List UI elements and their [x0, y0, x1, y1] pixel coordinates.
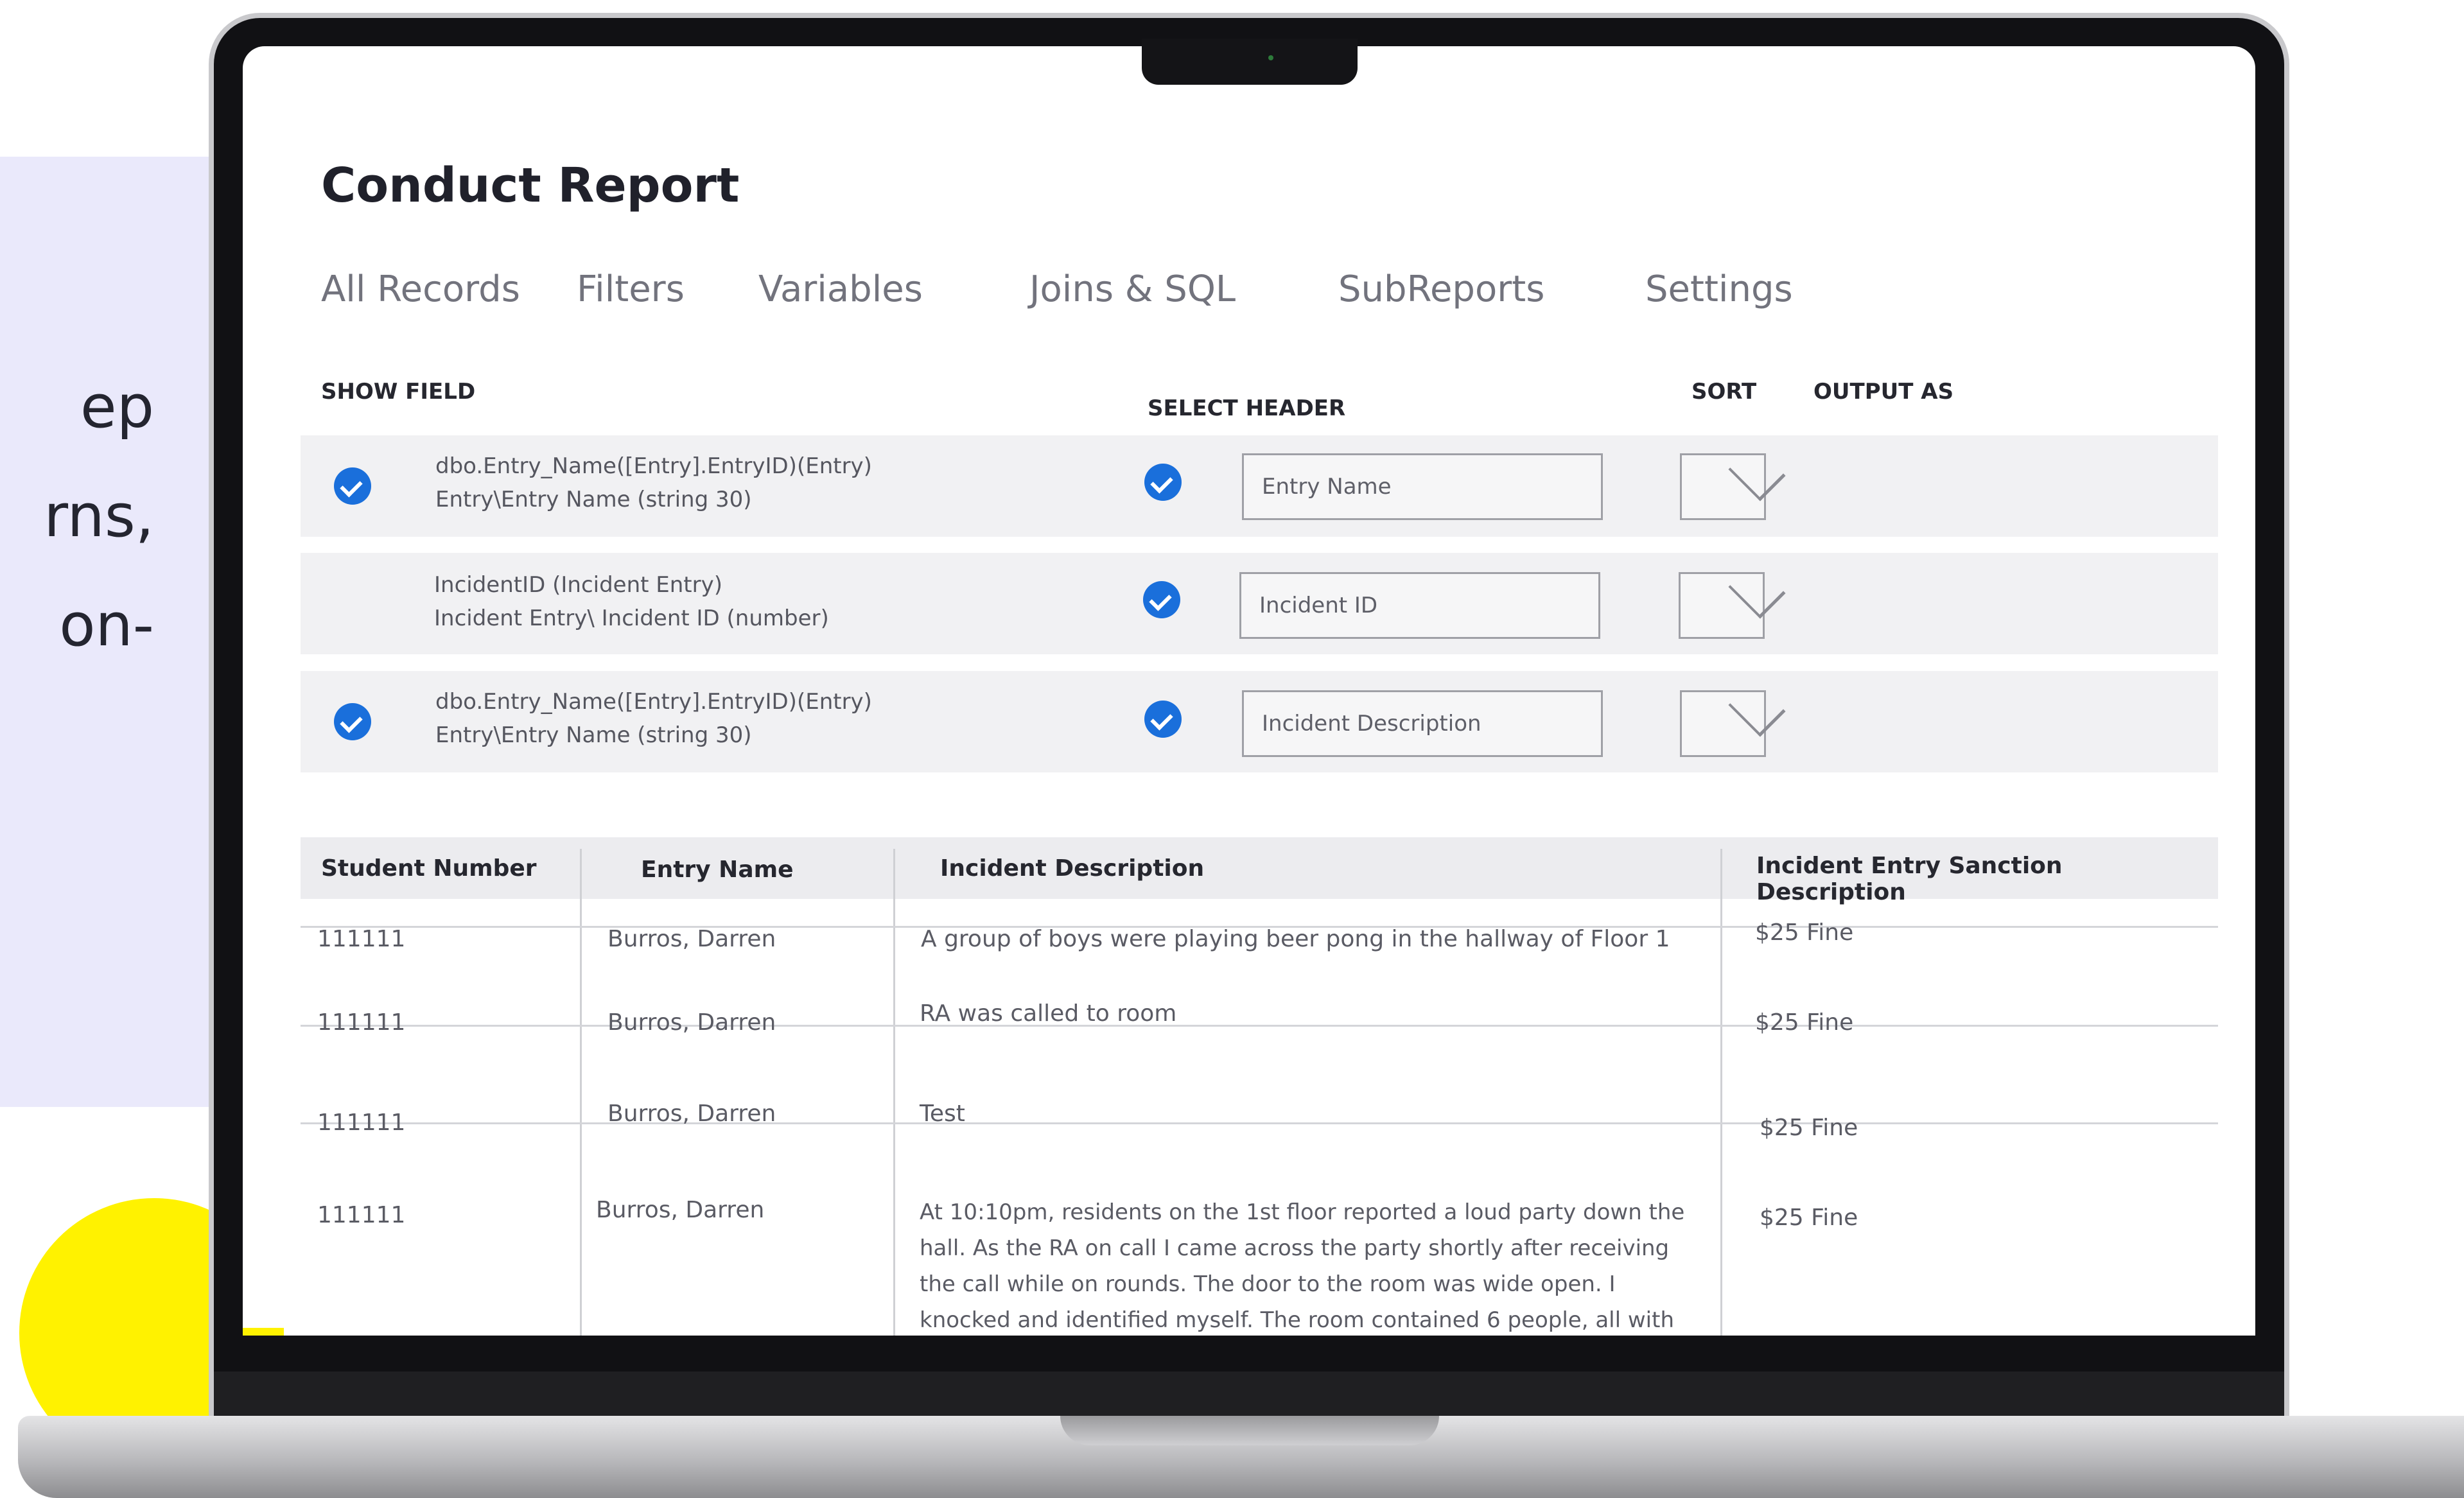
decorative-strip	[243, 1328, 284, 1336]
field-row: dbo.Entry_Name([Entry].EntryID)(Entry) E…	[301, 435, 2218, 537]
select-header-checkbox[interactable]	[1143, 581, 1180, 618]
laptop-chin	[214, 1372, 2284, 1416]
laptop-hinge	[1060, 1416, 1439, 1445]
cell-student-number: 111111	[317, 1009, 406, 1036]
show-field-checkbox[interactable]	[334, 467, 371, 505]
field-row: IncidentID (Incident Entry) Incident Ent…	[301, 553, 2218, 654]
cell-student-number: 111111	[317, 1110, 406, 1136]
cell-entry-name: Burros, Darren	[607, 926, 776, 952]
tab-variables[interactable]: Variables	[758, 268, 923, 310]
table-header-incident-description[interactable]: Incident Description	[940, 855, 1204, 882]
header-name-input[interactable]: Entry Name	[1242, 453, 1603, 520]
column-header-sort: SORT	[1691, 379, 1757, 405]
cell-entry-name: Burros, Darren	[607, 1101, 776, 1127]
column-divider	[580, 849, 582, 1336]
row-divider	[301, 1122, 2218, 1124]
table-header-sanction-description[interactable]: Incident Entry Sanction Description	[1756, 853, 2218, 905]
camera-icon	[1268, 55, 1273, 60]
field-type-line: Entry\Entry Name (string 30)	[435, 487, 752, 512]
cell-incident-description: A group of boys were playing beer pong i…	[921, 926, 1670, 952]
cell-incident-description: At 10:10pm, residents on the 1st floor r…	[920, 1199, 1685, 1333]
cell-student-number: 111111	[317, 926, 406, 952]
select-header-checkbox[interactable]	[1144, 464, 1182, 501]
column-header-show-field: SHOW FIELD	[321, 379, 476, 405]
field-path-line: dbo.Entry_Name([Entry].EntryID)(Entry)	[435, 453, 872, 479]
field-path-line: dbo.Entry_Name([Entry].EntryID)(Entry)	[435, 689, 872, 715]
tab-joins-sql[interactable]: Joins & SQL	[1029, 268, 1236, 310]
cell-entry-name: Burros, Darren	[607, 1009, 776, 1036]
report-builder: Conduct Report All Records Filters Varia…	[243, 46, 2255, 1336]
tab-filters[interactable]: Filters	[577, 268, 685, 310]
cell-sanction: $25 Fine	[1755, 1009, 1854, 1036]
cell-sanction: $25 Fine	[1760, 1205, 1858, 1231]
select-header-checkbox[interactable]	[1144, 701, 1182, 738]
field-row: dbo.Entry_Name([Entry].EntryID)(Entry) E…	[301, 671, 2218, 772]
column-header-select-header: SELECT HEADER	[1148, 396, 1346, 421]
cell-incident-description: Test	[920, 1101, 965, 1127]
field-type-line: Incident Entry\ Incident ID (number)	[434, 605, 829, 631]
show-field-checkbox[interactable]	[334, 703, 371, 740]
cell-sanction: $25 Fine	[1760, 1115, 1858, 1141]
column-header-output-as: OUTPUT AS	[1813, 379, 1954, 405]
column-divider	[893, 849, 895, 1336]
cell-incident-description: RA was called to room	[920, 1000, 1177, 1027]
tab-subreports[interactable]: SubReports	[1338, 268, 1544, 310]
laptop-screen: Conduct Report All Records Filters Varia…	[243, 46, 2255, 1336]
page-title: Conduct Report	[321, 158, 740, 213]
field-type-line: Entry\Entry Name (string 30)	[435, 722, 752, 748]
cell-student-number: 111111	[317, 1202, 406, 1228]
header-name-input[interactable]: Incident ID	[1239, 572, 1600, 639]
cell-entry-name: Burros, Darren	[596, 1197, 765, 1223]
header-name-input[interactable]: Incident Description	[1242, 690, 1603, 757]
field-path-line: IncidentID (Incident Entry)	[434, 572, 723, 598]
table-header-student-number[interactable]: Student Number	[321, 855, 537, 882]
side-text-line: ep	[80, 372, 154, 441]
side-text-line: on-	[59, 591, 154, 659]
row-divider	[301, 1025, 2218, 1027]
camera-notch	[1142, 39, 1358, 85]
column-divider	[1720, 849, 1722, 1336]
table-header-entry-name[interactable]: Entry Name	[641, 857, 794, 883]
side-text-line: rns,	[44, 482, 154, 550]
tab-all-records[interactable]: All Records	[321, 268, 520, 310]
tab-settings[interactable]: Settings	[1645, 268, 1793, 310]
cell-sanction: $25 Fine	[1755, 919, 1854, 946]
table-header: Student Number Entry Name Incident Descr…	[301, 837, 2218, 905]
